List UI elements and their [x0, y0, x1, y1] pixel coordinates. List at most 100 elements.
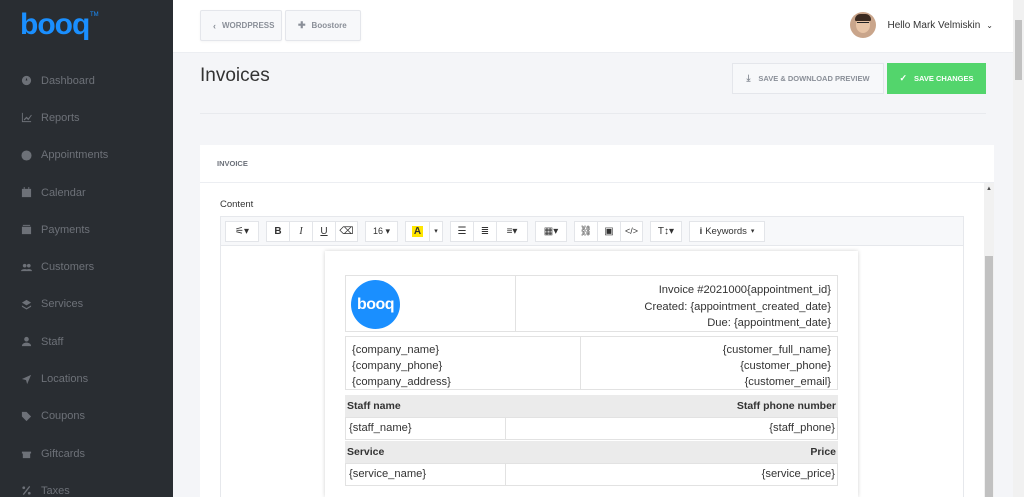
customer-full-name: {customer_full_name}: [722, 344, 831, 356]
italic-button[interactable]: I: [289, 220, 312, 242]
layers-icon: [20, 298, 32, 310]
sidebar-item-label: Staff: [41, 335, 64, 348]
staff-name-cell: {staff_name}: [346, 418, 506, 439]
bullet-list-icon: ☰: [457, 225, 467, 237]
breadcrumb-label: WORDPRESS: [222, 21, 275, 30]
percent-icon: [20, 485, 32, 497]
line-height-dropdown[interactable]: T↕▾: [650, 220, 682, 242]
location-arrow-icon: [20, 373, 32, 385]
align-dropdown[interactable]: ≡▾: [496, 220, 528, 242]
table-row: {staff_name} {staff_phone}: [345, 417, 838, 440]
divider: [200, 113, 986, 114]
customer-info: {customer_full_name} {customer_phone} {c…: [581, 337, 837, 389]
chevron-down-icon: ⌄: [986, 20, 993, 30]
user-greeting: Hello Mark Velmiskin: [887, 19, 981, 31]
sidebar-item-reports[interactable]: Reports: [0, 99, 173, 136]
magic-wand-dropdown[interactable]: ⚟▾: [225, 220, 259, 242]
link-button[interactable]: ⛓: [574, 220, 597, 242]
editor-toolbar: ⚟▾ B I U ⌫ 16 ▾ A ▾ ☰ ≣ ≡▾ ▦▾ ⛓ ▣ </> T↕…: [221, 217, 963, 246]
service-table-header: Service Price: [345, 441, 838, 463]
booq-circle-logo: booq: [351, 280, 400, 329]
sidebar-item-locations[interactable]: Locations: [0, 360, 173, 397]
bullet-list-button[interactable]: ☰: [450, 220, 473, 242]
user-menu[interactable]: Hello Mark Velmiskin ⌄: [850, 12, 993, 38]
sidebar-item-payments[interactable]: Payments: [0, 211, 173, 248]
parties-row: {company_name} {company_phone} {company_…: [345, 336, 838, 390]
scroll-up-arrow-icon[interactable]: ▲: [984, 184, 994, 194]
magic-wand-icon: ⚟▾: [235, 225, 249, 237]
card-title: INVOICE: [200, 145, 994, 183]
breadcrumb-label: Boostore: [311, 21, 347, 30]
sidebar-item-label: Appointments: [41, 149, 109, 162]
tag-icon: [20, 410, 32, 422]
sidebar-item-label: Calendar: [41, 186, 86, 199]
editor-scrollbar-thumb[interactable]: [985, 256, 993, 497]
save-download-preview-button[interactable]: ⤓ SAVE & DOWNLOAD PREVIEW: [732, 63, 884, 94]
sidebar-nav: Dashboard Reports Appointments Calendar …: [0, 62, 173, 497]
staff-phone-cell: {staff_phone}: [769, 422, 835, 434]
image-button[interactable]: ▣: [597, 220, 620, 242]
service-name-cell: {service_name}: [346, 464, 506, 485]
text-color-button[interactable]: A: [405, 220, 429, 242]
breadcrumb-boostore[interactable]: ✚ Boostore: [285, 10, 361, 41]
puzzle-icon: ✚: [298, 20, 306, 30]
avatar: [850, 12, 877, 38]
sidebar: booq TM Dashboard Reports Appointments C…: [0, 0, 173, 497]
code-view-button[interactable]: </>: [620, 220, 643, 242]
invoice-due: Due: {appointment_date}: [707, 317, 831, 329]
table-row: {service_name} {service_price}: [345, 463, 838, 486]
staff-table-header: Staff name Staff phone number: [345, 395, 838, 417]
chevron-left-icon: ‹: [213, 20, 216, 31]
price-header: Price: [810, 446, 836, 458]
logo-cell: booq: [346, 276, 516, 331]
sidebar-item-taxes[interactable]: Taxes: [0, 472, 173, 497]
sidebar-item-label: Dashboard: [41, 74, 95, 87]
top-bar: ‹ WORDPRESS ✚ Boostore Hello Mark Velmis…: [173, 0, 1013, 53]
sidebar-item-giftcards[interactable]: Giftcards: [0, 435, 173, 472]
sidebar-item-customers[interactable]: Customers: [0, 248, 173, 285]
sidebar-item-appointments[interactable]: Appointments: [0, 137, 173, 174]
sidebar-item-calendar[interactable]: Calendar: [0, 174, 173, 211]
chart-icon: [20, 112, 32, 124]
booq-logo[interactable]: booq TM: [20, 10, 100, 40]
numbered-list-icon: ≣: [480, 225, 490, 237]
underline-button[interactable]: U: [312, 220, 335, 242]
keywords-dropdown[interactable]: i Keywords ▾: [689, 220, 765, 242]
content-label: Content: [220, 199, 254, 210]
service-header: Service: [347, 446, 385, 458]
text-color-dropdown[interactable]: ▾: [429, 220, 443, 242]
sidebar-item-label: Taxes: [41, 484, 70, 497]
page-scrollbar-thumb[interactable]: [1015, 20, 1022, 80]
invoice-header-row: booq Invoice #2021000{appointment_id} Cr…: [345, 275, 838, 332]
save-changes-button[interactable]: ✓ SAVE CHANGES: [887, 63, 986, 94]
code-icon: </>: [624, 226, 638, 236]
table-icon: ▦▾: [543, 225, 559, 237]
breadcrumb-wordpress[interactable]: ‹ WORDPRESS: [200, 10, 282, 41]
eraser-icon: ⌫: [339, 225, 354, 237]
check-icon: ✓: [899, 73, 908, 83]
dashboard-icon: [20, 75, 32, 87]
sidebar-item-label: Services: [41, 298, 84, 311]
service-price-cell: {service_price}: [761, 468, 835, 480]
page-title: Invoices: [200, 65, 270, 86]
sidebar-item-dashboard[interactable]: Dashboard: [0, 62, 173, 99]
sidebar-item-label: Locations: [41, 373, 89, 386]
button-label: SAVE CHANGES: [914, 74, 974, 83]
user-icon: [20, 336, 32, 348]
info-icon: i: [699, 225, 703, 237]
invoice-document[interactable]: booq Invoice #2021000{appointment_id} Cr…: [325, 251, 858, 497]
logo-tm: TM: [90, 12, 99, 18]
font-size-value: 16: [372, 226, 383, 236]
bold-button[interactable]: B: [266, 220, 289, 242]
company-phone: {company_phone}: [352, 360, 443, 372]
invoice-info: Invoice #2021000{appointment_id} Created…: [516, 276, 837, 331]
keywords-label: Keywords: [705, 225, 747, 237]
font-size-dropdown[interactable]: 16 ▾: [365, 220, 398, 242]
sidebar-item-coupons[interactable]: Coupons: [0, 398, 173, 435]
numbered-list-button[interactable]: ≣: [473, 220, 496, 242]
invoice-template: booq Invoice #2021000{appointment_id} Cr…: [345, 275, 838, 486]
eraser-button[interactable]: ⌫: [335, 220, 358, 242]
sidebar-item-services[interactable]: Services: [0, 286, 173, 323]
sidebar-item-staff[interactable]: Staff: [0, 323, 173, 360]
table-dropdown[interactable]: ▦▾: [535, 220, 567, 242]
